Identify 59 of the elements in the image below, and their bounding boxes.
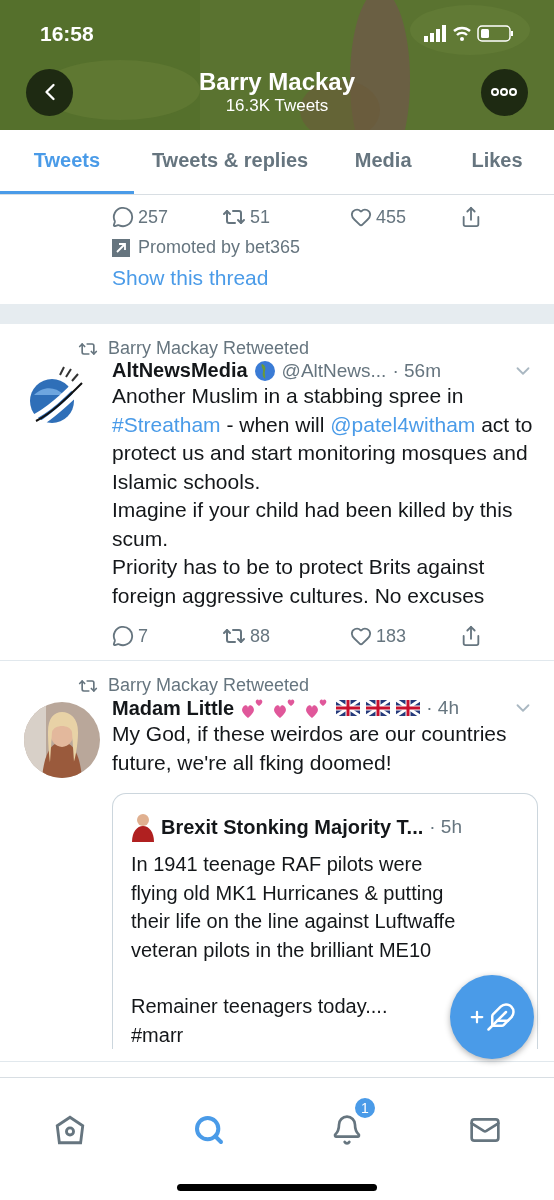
- quoted-text-line: their life on the line against Luftwaffe: [131, 909, 456, 934]
- retweet-count: 51: [250, 206, 271, 228]
- quoted-text-line: veteran pilots in the brilliant ME10: [131, 937, 432, 963]
- like-count: 183: [376, 625, 407, 647]
- reply-icon[interactable]: [112, 206, 134, 228]
- quoted-text-line: In 1941 teenage RAF pilots were: [131, 852, 423, 877]
- tweet-link[interactable]: @patel4witham: [330, 412, 476, 436]
- like-count: 455: [376, 206, 407, 228]
- tweet-text: Priority has to be to protect Brits against foreign aggressive cultures. No excuses: [112, 554, 486, 609]
- retweeted-label: Barry Mackay Retweeted: [108, 675, 310, 696]
- more-icon: [491, 88, 518, 96]
- plus-icon: [468, 1008, 486, 1026]
- retweeted-label: Barry Mackay Retweeted: [108, 338, 310, 359]
- flag-icon: [336, 700, 361, 716]
- like-icon[interactable]: [350, 206, 372, 228]
- signal-icon: [424, 25, 446, 42]
- quoted-author-name: Brexit Stonking Majority T...: [161, 815, 424, 839]
- flag-icon: [396, 700, 421, 716]
- reply-count: 257: [138, 206, 169, 228]
- author-handle: @AltNews...: [281, 359, 387, 382]
- reply-icon[interactable]: [112, 625, 134, 647]
- share-icon[interactable]: [460, 206, 482, 228]
- tab[interactable]: Likes: [440, 130, 554, 194]
- tweet-text: Another Muslim in a stabbing spree in #Streatham - when will @patel4witham act to protect us and start monitoring mosques and Islamic schools.: [112, 383, 534, 495]
- promoted-label: Promoted by bet365: [138, 237, 301, 258]
- like-icon[interactable]: [350, 625, 372, 647]
- tab[interactable]: Tweets & replies: [133, 130, 327, 194]
- quoted-text-line: Remainer teenagers today....: [131, 994, 388, 1019]
- quoted-text-line: #marr: [131, 1022, 184, 1048]
- tweet-link[interactable]: #Streatham: [112, 412, 221, 436]
- tweet-text: My God, if these weirdos are our countries future, we're all fking doomed!: [112, 721, 508, 776]
- status-time: 16:58: [40, 22, 94, 46]
- show-thread-link[interactable]: Show this thread: [112, 266, 269, 289]
- compose-button[interactable]: [450, 975, 534, 1059]
- globe-icon: [253, 359, 276, 382]
- person-icon: [131, 812, 155, 842]
- wifi-icon: [452, 26, 472, 41]
- author-name[interactable]: AltNewsMedia: [112, 359, 248, 382]
- notification-badge: 1: [353, 1096, 377, 1120]
- promoted-icon: [112, 238, 130, 257]
- retweet-count: 88: [250, 625, 271, 647]
- tab[interactable]: Media: [326, 130, 441, 194]
- feather-icon: [486, 1002, 516, 1032]
- tweet-time: · 56m: [392, 359, 441, 382]
- tweet-time: · 4h: [426, 697, 459, 719]
- tweet-text: Imagine if your child had been killed by this scum.: [112, 497, 514, 552]
- battery-icon: [477, 25, 513, 42]
- search-icon: [193, 1113, 225, 1146]
- flag-icon: [366, 700, 391, 716]
- quoted-text-line: flying old MK1 Hurricanes & putting: [131, 880, 444, 906]
- share-icon[interactable]: [460, 625, 482, 647]
- reply-count: 7: [138, 625, 148, 647]
- author-name[interactable]: Madam Little: [112, 696, 235, 720]
- nav-button[interactable]: 1: [317, 1096, 377, 1158]
- bell-icon: [331, 1113, 363, 1146]
- quoted-tweet-time: · 5h: [429, 816, 462, 838]
- profile-name: Barry Mackay: [198, 68, 356, 96]
- tab[interactable]: Tweets: [0, 130, 134, 194]
- tweet-count: 16.3K Tweets: [225, 96, 329, 116]
